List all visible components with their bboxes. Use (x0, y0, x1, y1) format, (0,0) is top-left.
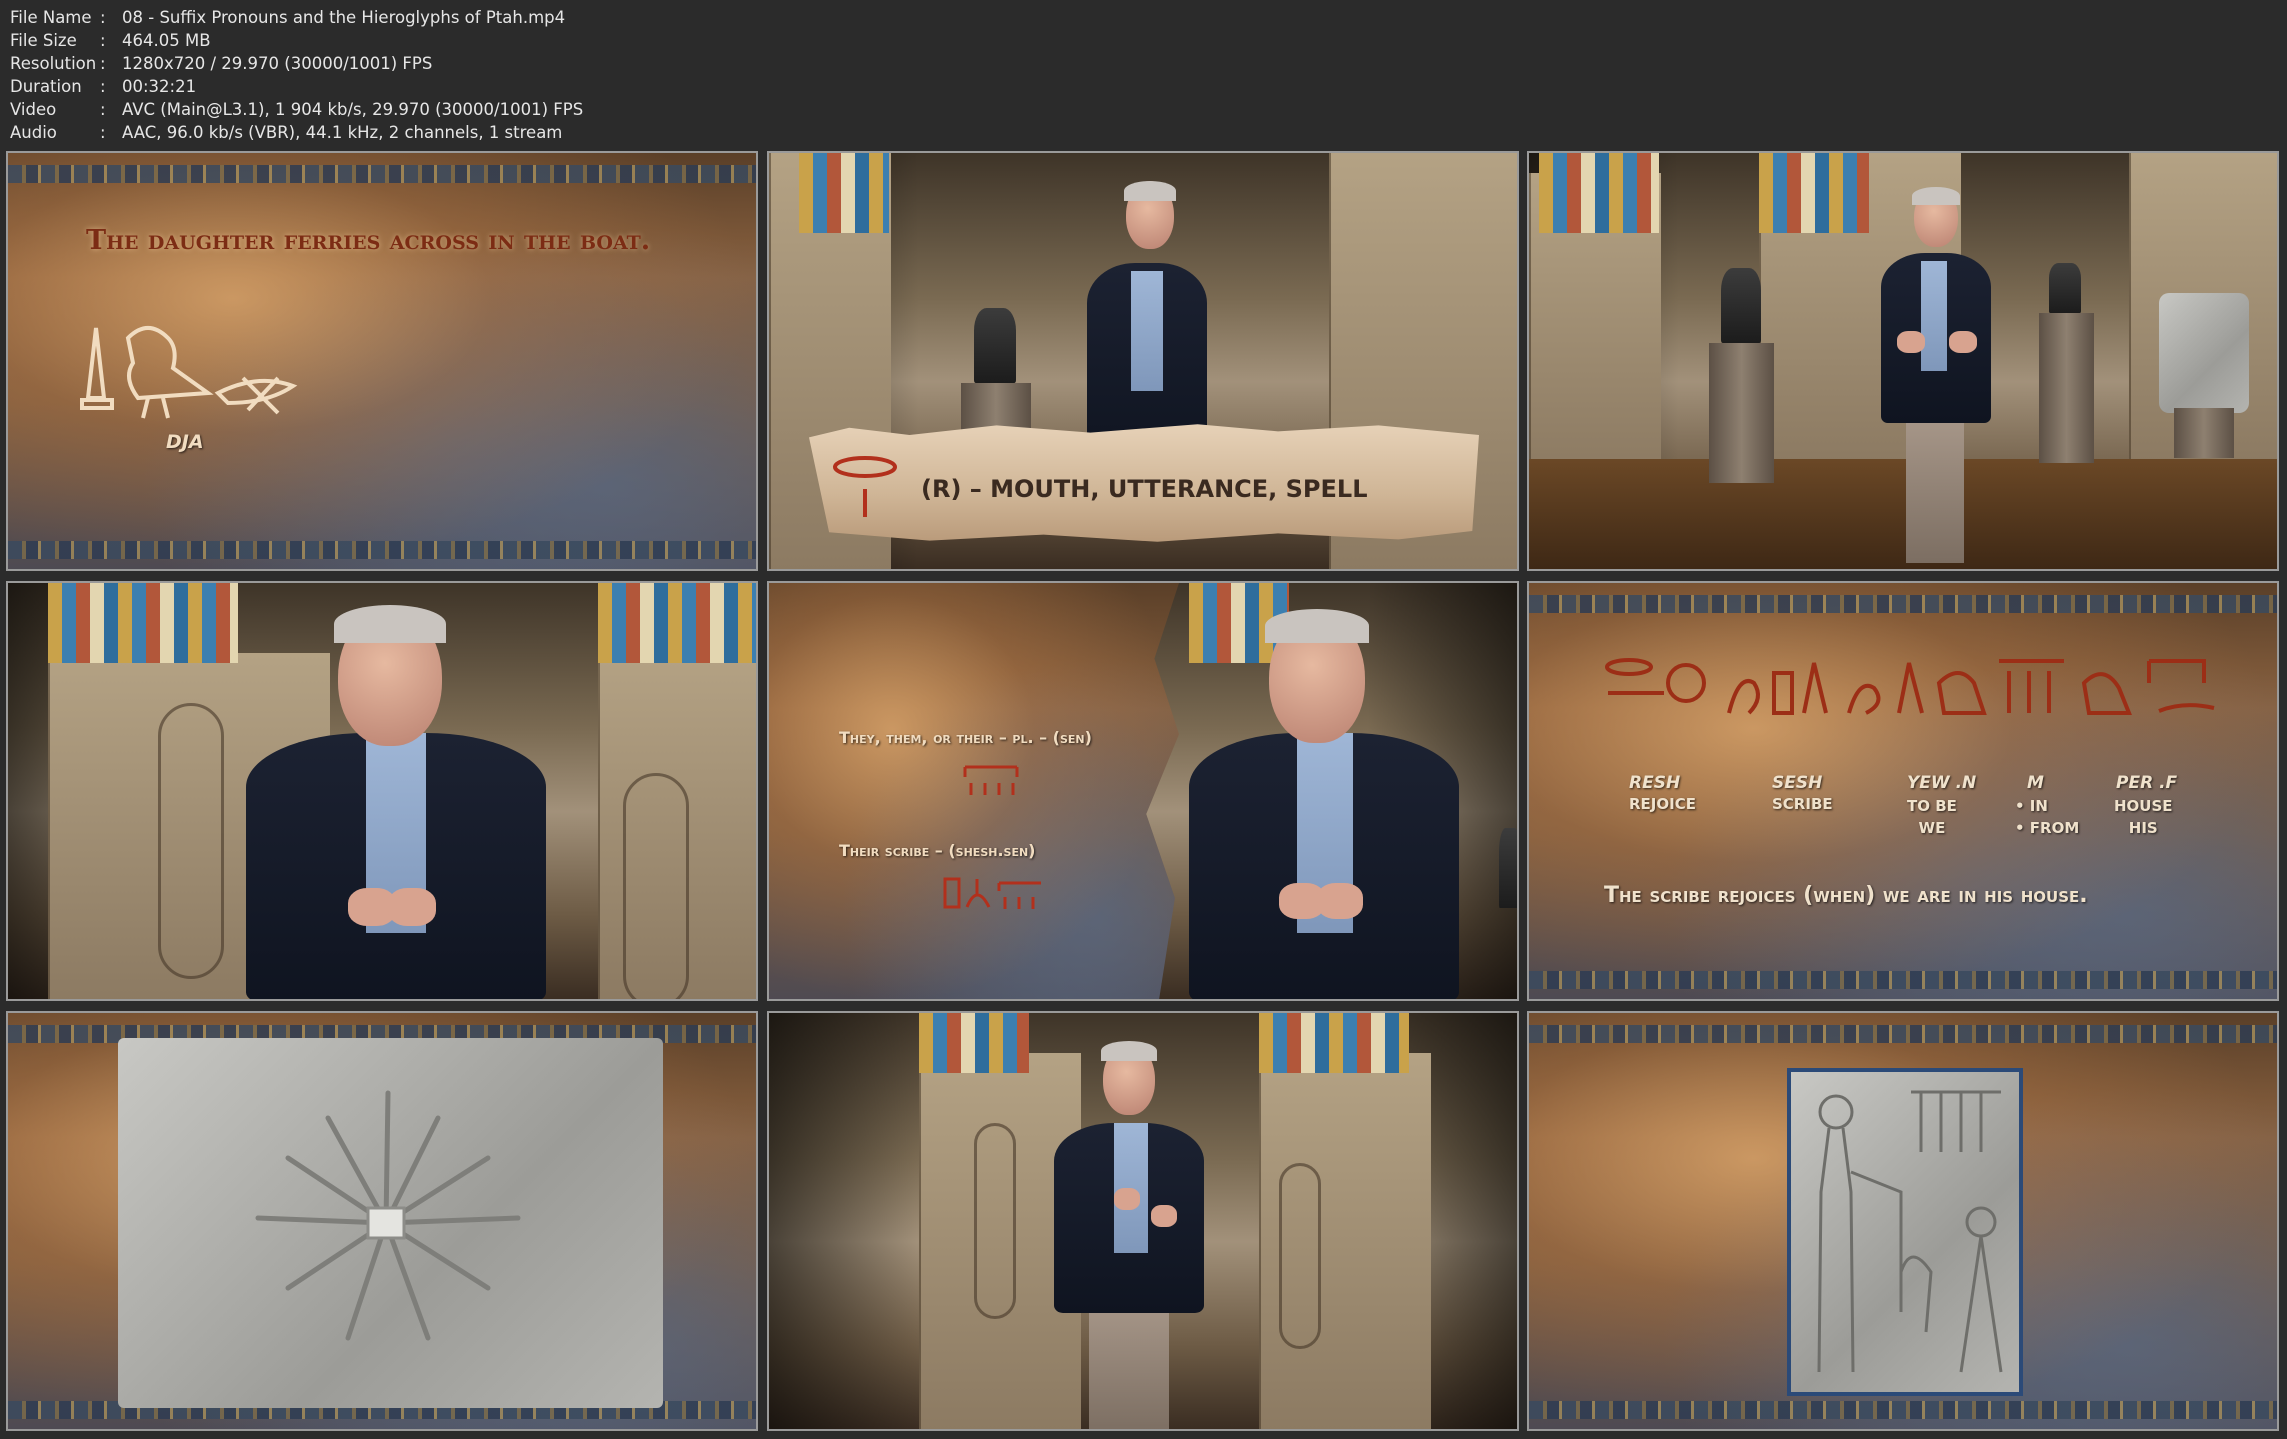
thumbnail-3[interactable] (1527, 151, 2279, 571)
word-5-translit: PER .F (2116, 773, 2178, 793)
thumbnail-1[interactable]: The daughter ferries across in the boat.… (6, 151, 758, 571)
word-4-translit: M (2027, 773, 2044, 793)
hieroglyph-sentence-icon (1605, 658, 2215, 715)
cartouche (1279, 1163, 1321, 1349)
decorative-band (1529, 1401, 2277, 1419)
painted-stripes (1759, 153, 1869, 233)
thumbnail-grid: The daughter ferries across in the boat.… (0, 0, 2287, 1439)
pedestal (2174, 408, 2234, 458)
transliteration-label: DJA (166, 431, 204, 453)
hieroglyph-group-icon (80, 326, 298, 419)
slide-sentence: The daughter ferries across in the boat. (86, 225, 651, 256)
word-4-gloss: • IN • FROM (2015, 797, 2080, 837)
painted-stripes (799, 153, 889, 233)
painted-stripes (1259, 1013, 1409, 1073)
thumbnail-6[interactable]: RESH REJOICE SESH SCRIBE YEW .N TO BE WE… (1527, 581, 2279, 1001)
pedestal (1709, 343, 1774, 483)
thumbnail-2[interactable]: (R) – MOUTH, UTTERANCE, SPELL (767, 151, 1519, 571)
sun-rays-carving-icon (255, 1090, 521, 1341)
word-1-gloss: REJOICE (1629, 795, 1696, 813)
decorative-band (8, 165, 756, 183)
thumbnail-5[interactable]: They, them, or their – pl. – (sen) Their… (767, 581, 1519, 1001)
painted-stripes (1539, 153, 1659, 233)
sen-glyph-icon (963, 765, 1019, 795)
decorative-band (1529, 971, 2277, 989)
thumbnail-7[interactable] (6, 1011, 758, 1431)
word-3-translit: YEW .N (1907, 773, 1977, 793)
statue (2049, 263, 2081, 313)
thumbnail-4[interactable] (6, 581, 758, 1001)
translation-sentence: The scribe rejoices (when) we are in his… (1604, 883, 2088, 908)
statue (1721, 268, 1761, 343)
statue (974, 308, 1016, 383)
papyrus-caption: (R) – MOUTH, UTTERANCE, SPELL (921, 475, 1368, 503)
painted-stripes (598, 583, 756, 663)
painted-stripes (48, 583, 238, 663)
wooden-floor (1529, 459, 2277, 569)
word-2-translit: SESH (1772, 773, 1823, 793)
shesh-sen-glyph-icon (943, 877, 1041, 909)
word-5-gloss: HOUSE HIS (2114, 797, 2173, 837)
mouth-glyph-icon (833, 456, 897, 517)
word-2-gloss: SCRIBE (1772, 795, 1833, 813)
word-1-translit: RESH (1629, 773, 1681, 793)
statue (1499, 828, 1517, 908)
stone-stela (2159, 293, 2249, 413)
decorative-band (8, 541, 756, 559)
cartouche (158, 703, 224, 979)
decorative-band (1529, 1025, 2277, 1043)
cartouche (623, 773, 689, 999)
thumbnail-8[interactable] (767, 1011, 1519, 1431)
pedestal (2039, 313, 2094, 463)
word-3-gloss: TO BE WE (1907, 797, 1957, 837)
decorative-band (1529, 595, 2277, 613)
figure-relief-icon (1817, 1090, 2003, 1373)
thumbnail-9[interactable] (1527, 1011, 2279, 1431)
painted-stripes (919, 1013, 1029, 1073)
cartouche (974, 1123, 1016, 1319)
pronoun-line-1: They, them, or their – pl. – (sen) (839, 728, 1092, 747)
pronoun-line-2: Their scribe – (shesh.sen) (839, 841, 1036, 860)
